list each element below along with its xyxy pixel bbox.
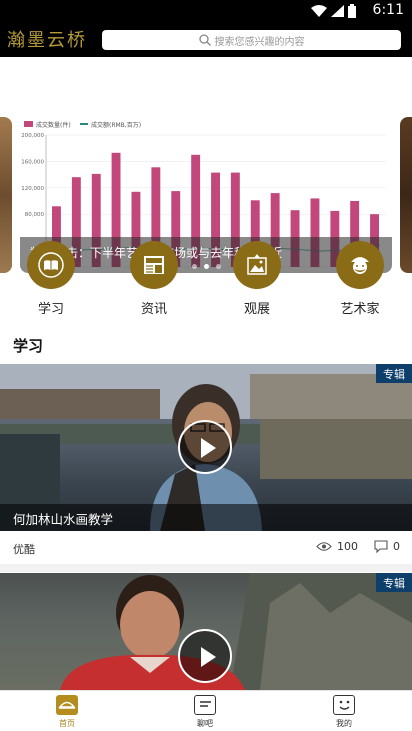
app-header: 瀚墨云桥 搜索您感兴趣的内容 <box>0 22 412 57</box>
tab-label: 聊吧 <box>197 719 213 728</box>
eye-icon <box>316 542 332 551</box>
book-icon <box>38 252 64 278</box>
clock: 6:11 <box>372 2 404 18</box>
banner-carousel[interactable]: 成交数量(件) 成交额(RMB,百万) 200,000 160,000 120,00… <box>0 57 412 273</box>
legend-label-count: 成交数量(件) <box>36 121 71 129</box>
status-icons <box>311 3 356 19</box>
exhibition-icon <box>247 254 267 275</box>
search-placeholder: 搜索您感兴趣的内容 <box>214 36 305 48</box>
view-count-value: 100 <box>337 540 358 553</box>
video-card[interactable]: 专辑 <box>0 573 412 690</box>
tab-label: 首页 <box>59 719 75 728</box>
search-icon <box>198 34 211 46</box>
video-caption: 何加林山水画教学 <box>0 504 412 531</box>
category-artist[interactable]: 艺术家 <box>325 238 395 317</box>
category-nav: 学习 资讯 观展 艺术家 <box>0 238 412 318</box>
category-news[interactable]: 资讯 <box>119 238 189 317</box>
tab-label: 我的 <box>336 719 352 728</box>
video-meta: 优酷 100 0 <box>0 537 412 562</box>
play-button[interactable] <box>178 420 232 474</box>
app-logo: 瀚墨云桥 <box>7 30 87 51</box>
tab-chat[interactable]: 聊吧 <box>175 695 235 729</box>
category-exhibition-circle <box>233 241 281 289</box>
video-source: 优酷 <box>13 543 35 556</box>
comment-count-value: 0 <box>393 540 400 553</box>
y-tick-label: 160,000 <box>21 159 44 165</box>
album-badge: 专辑 <box>376 364 412 383</box>
category-label: 观展 <box>243 302 270 317</box>
card-divider <box>0 564 412 572</box>
artist-icon <box>351 257 369 274</box>
legend-label-amount: 成交额(RMB,百万) <box>91 121 141 129</box>
search-bar[interactable]: 搜索您感兴趣的内容 <box>102 30 401 50</box>
category-label: 艺术家 <box>340 302 380 317</box>
status-bar: 6:11 <box>0 0 412 22</box>
legend-swatch-count <box>24 121 33 127</box>
category-label: 资讯 <box>140 302 167 317</box>
y-tick-label: 200,000 <box>21 133 44 139</box>
video-card[interactable]: 专辑 何加林山水画教学 <box>0 364 412 531</box>
home-icon <box>56 695 78 715</box>
y-tick-label: 80,000 <box>25 212 45 218</box>
play-button[interactable] <box>178 629 232 683</box>
category-news-circle <box>130 241 178 289</box>
tab-home[interactable]: 首页 <box>37 695 97 729</box>
category-artist-circle <box>336 241 384 289</box>
tab-profile[interactable]: 我的 <box>314 695 374 729</box>
wifi-icon <box>311 5 327 17</box>
signal-icon <box>331 5 344 17</box>
view-count: 100 <box>316 540 358 553</box>
comment-count[interactable]: 0 <box>374 540 400 553</box>
chat-icon <box>194 695 216 715</box>
category-study[interactable]: 学习 <box>16 238 86 317</box>
battery-icon <box>348 4 356 18</box>
y-tick-label: 120,000 <box>21 186 44 192</box>
category-study-circle <box>27 241 75 289</box>
comment-icon <box>374 540 388 553</box>
category-label: 学习 <box>37 302 64 317</box>
profile-icon <box>333 695 355 715</box>
category-exhibition[interactable]: 观展 <box>222 238 292 317</box>
bottom-tab-bar: 首页 聊吧 我的 <box>0 690 412 731</box>
section-title: 学习 <box>13 337 44 355</box>
album-badge: 专辑 <box>376 573 412 592</box>
video-title: 何加林山水画教学 <box>13 512 114 527</box>
news-icon <box>144 256 164 274</box>
